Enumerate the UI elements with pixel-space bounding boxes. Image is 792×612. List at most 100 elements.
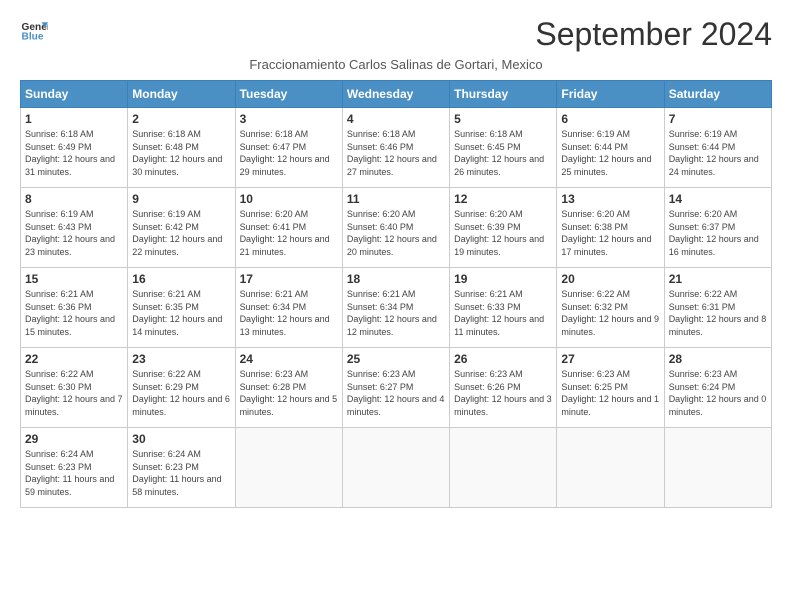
day-number: 7 [669, 112, 767, 126]
day-number: 6 [561, 112, 659, 126]
calendar-cell: 24 Sunrise: 6:23 AMSunset: 6:28 PMDayligh… [235, 348, 342, 428]
calendar-cell: 21 Sunrise: 6:22 AMSunset: 6:31 PMDayligh… [664, 268, 771, 348]
day-number: 5 [454, 112, 552, 126]
svg-text:Blue: Blue [22, 31, 44, 42]
calendar-cell: 30Sunrise: 6:24 AMSunset: 6:23 PMDayligh… [128, 428, 235, 508]
day-info: Sunrise: 6:21 AMSunset: 6:35 PMDaylight:… [132, 288, 230, 338]
day-info: Sunrise: 6:22 AMSunset: 6:29 PMDaylight:… [132, 368, 230, 418]
calendar-cell: 26Sunrise: 6:23 AMSunset: 6:26 PMDayligh… [450, 348, 557, 428]
calendar-cell: 15 Sunrise: 6:21 AMSunset: 6:36 PMDayligh… [21, 268, 128, 348]
title-block: September 2024 [535, 16, 772, 53]
calendar-cell: 4Sunrise: 6:18 AMSunset: 6:46 PMDaylight… [342, 108, 449, 188]
day-info: Sunrise: 6:23 AMSunset: 6:28 PMDaylight:… [240, 368, 338, 418]
day-number: 1 [25, 112, 123, 126]
day-number: 29 [25, 432, 123, 446]
calendar-cell: 19 Sunrise: 6:21 AMSunset: 6:33 PMDayligh… [450, 268, 557, 348]
day-info: Sunrise: 6:19 AMSunset: 6:44 PMDaylight:… [561, 128, 659, 178]
calendar-cell: 3Sunrise: 6:18 AMSunset: 6:47 PMDaylight… [235, 108, 342, 188]
day-info: Sunrise: 6:23 AMSunset: 6:27 PMDaylight:… [347, 368, 445, 418]
calendar-cell: 29 Sunrise: 6:24 AMSunset: 6:23 PMDayligh… [21, 428, 128, 508]
day-info: Sunrise: 6:21 AMSunset: 6:34 PMDaylight:… [347, 288, 445, 338]
col-friday: Friday [557, 81, 664, 108]
day-number: 21 [669, 272, 767, 286]
calendar-cell: 5 Sunrise: 6:18 AMSunset: 6:45 PMDaylight… [450, 108, 557, 188]
calendar-cell: 22Sunrise: 6:22 AMSunset: 6:30 PMDayligh… [21, 348, 128, 428]
day-number: 2 [132, 112, 230, 126]
calendar-cell: 10Sunrise: 6:20 AMSunset: 6:41 PMDayligh… [235, 188, 342, 268]
day-number: 19 [454, 272, 552, 286]
day-number: 27 [561, 352, 659, 366]
day-info: Sunrise: 6:19 AMSunset: 6:42 PMDaylight:… [132, 208, 230, 258]
calendar-cell: 27 Sunrise: 6:23 AMSunset: 6:25 PMDayligh… [557, 348, 664, 428]
day-info: Sunrise: 6:22 AMSunset: 6:30 PMDaylight:… [25, 368, 123, 418]
day-number: 18 [347, 272, 445, 286]
day-number: 20 [561, 272, 659, 286]
col-thursday: Thursday [450, 81, 557, 108]
calendar-cell [342, 428, 449, 508]
calendar-cell: 23Sunrise: 6:22 AMSunset: 6:29 PMDayligh… [128, 348, 235, 428]
calendar-cell: 13 Sunrise: 6:20 AMSunset: 6:38 PMDayligh… [557, 188, 664, 268]
calendar-week-row: 8 Sunrise: 6:19 AMSunset: 6:43 PMDaylight… [21, 188, 772, 268]
logo: General Blue [20, 16, 48, 44]
col-saturday: Saturday [664, 81, 771, 108]
day-number: 16 [132, 272, 230, 286]
calendar-cell: 18 Sunrise: 6:21 AMSunset: 6:34 PMDayligh… [342, 268, 449, 348]
day-info: Sunrise: 6:18 AMSunset: 6:45 PMDaylight:… [454, 128, 552, 178]
calendar-cell: 16 Sunrise: 6:21 AMSunset: 6:35 PMDayligh… [128, 268, 235, 348]
month-title: September 2024 [535, 16, 772, 53]
day-info: Sunrise: 6:20 AMSunset: 6:37 PMDaylight:… [669, 208, 767, 258]
calendar-table: Sunday Monday Tuesday Wednesday Thursday… [20, 80, 772, 508]
day-info: Sunrise: 6:24 AMSunset: 6:23 PMDaylight:… [25, 448, 123, 498]
calendar-cell: 20 Sunrise: 6:22 AMSunset: 6:32 PMDayligh… [557, 268, 664, 348]
day-info: Sunrise: 6:23 AMSunset: 6:26 PMDaylight:… [454, 368, 552, 418]
calendar-cell [557, 428, 664, 508]
page-header: General Blue September 2024 [20, 16, 772, 53]
day-number: 12 [454, 192, 552, 206]
day-number: 15 [25, 272, 123, 286]
day-info: Sunrise: 6:18 AMSunset: 6:47 PMDaylight:… [240, 128, 338, 178]
day-number: 11 [347, 192, 445, 206]
calendar-cell: 14 Sunrise: 6:20 AMSunset: 6:37 PMDayligh… [664, 188, 771, 268]
day-info: Sunrise: 6:20 AMSunset: 6:38 PMDaylight:… [561, 208, 659, 258]
col-sunday: Sunday [21, 81, 128, 108]
calendar-cell: 1Sunrise: 6:18 AMSunset: 6:49 PMDaylight… [21, 108, 128, 188]
calendar-week-row: 29 Sunrise: 6:24 AMSunset: 6:23 PMDayligh… [21, 428, 772, 508]
calendar-cell: 12 Sunrise: 6:20 AMSunset: 6:39 PMDayligh… [450, 188, 557, 268]
calendar-cell: 6 Sunrise: 6:19 AMSunset: 6:44 PMDaylight… [557, 108, 664, 188]
day-info: Sunrise: 6:22 AMSunset: 6:31 PMDaylight:… [669, 288, 767, 338]
calendar-cell [235, 428, 342, 508]
calendar-cell [450, 428, 557, 508]
day-number: 14 [669, 192, 767, 206]
day-number: 24 [240, 352, 338, 366]
day-info: Sunrise: 6:22 AMSunset: 6:32 PMDaylight:… [561, 288, 659, 338]
day-number: 17 [240, 272, 338, 286]
day-info: Sunrise: 6:18 AMSunset: 6:48 PMDaylight:… [132, 128, 230, 178]
calendar-cell: 25 Sunrise: 6:23 AMSunset: 6:27 PMDayligh… [342, 348, 449, 428]
day-info: Sunrise: 6:21 AMSunset: 6:33 PMDaylight:… [454, 288, 552, 338]
day-number: 25 [347, 352, 445, 366]
day-number: 8 [25, 192, 123, 206]
day-info: Sunrise: 6:20 AMSunset: 6:39 PMDaylight:… [454, 208, 552, 258]
calendar-cell: 17 Sunrise: 6:21 AMSunset: 6:34 PMDayligh… [235, 268, 342, 348]
calendar-week-row: 1Sunrise: 6:18 AMSunset: 6:49 PMDaylight… [21, 108, 772, 188]
calendar-cell [664, 428, 771, 508]
location-subtitle: Fraccionamiento Carlos Salinas de Gortar… [20, 57, 772, 72]
calendar-cell: 7 Sunrise: 6:19 AMSunset: 6:44 PMDaylight… [664, 108, 771, 188]
day-info: Sunrise: 6:23 AMSunset: 6:25 PMDaylight:… [561, 368, 659, 418]
calendar-header-row: Sunday Monday Tuesday Wednesday Thursday… [21, 81, 772, 108]
day-info: Sunrise: 6:21 AMSunset: 6:36 PMDaylight:… [25, 288, 123, 338]
col-monday: Monday [128, 81, 235, 108]
day-number: 9 [132, 192, 230, 206]
day-info: Sunrise: 6:20 AMSunset: 6:40 PMDaylight:… [347, 208, 445, 258]
day-info: Sunrise: 6:19 AMSunset: 6:44 PMDaylight:… [669, 128, 767, 178]
calendar-cell: 2 Sunrise: 6:18 AMSunset: 6:48 PMDaylight… [128, 108, 235, 188]
day-number: 28 [669, 352, 767, 366]
calendar-cell: 9 Sunrise: 6:19 AMSunset: 6:42 PMDaylight… [128, 188, 235, 268]
day-info: Sunrise: 6:21 AMSunset: 6:34 PMDaylight:… [240, 288, 338, 338]
day-info: Sunrise: 6:19 AMSunset: 6:43 PMDaylight:… [25, 208, 123, 258]
day-number: 4 [347, 112, 445, 126]
calendar-week-row: 15 Sunrise: 6:21 AMSunset: 6:36 PMDayligh… [21, 268, 772, 348]
calendar-cell: 8 Sunrise: 6:19 AMSunset: 6:43 PMDaylight… [21, 188, 128, 268]
day-number: 13 [561, 192, 659, 206]
calendar-cell: 11 Sunrise: 6:20 AMSunset: 6:40 PMDayligh… [342, 188, 449, 268]
